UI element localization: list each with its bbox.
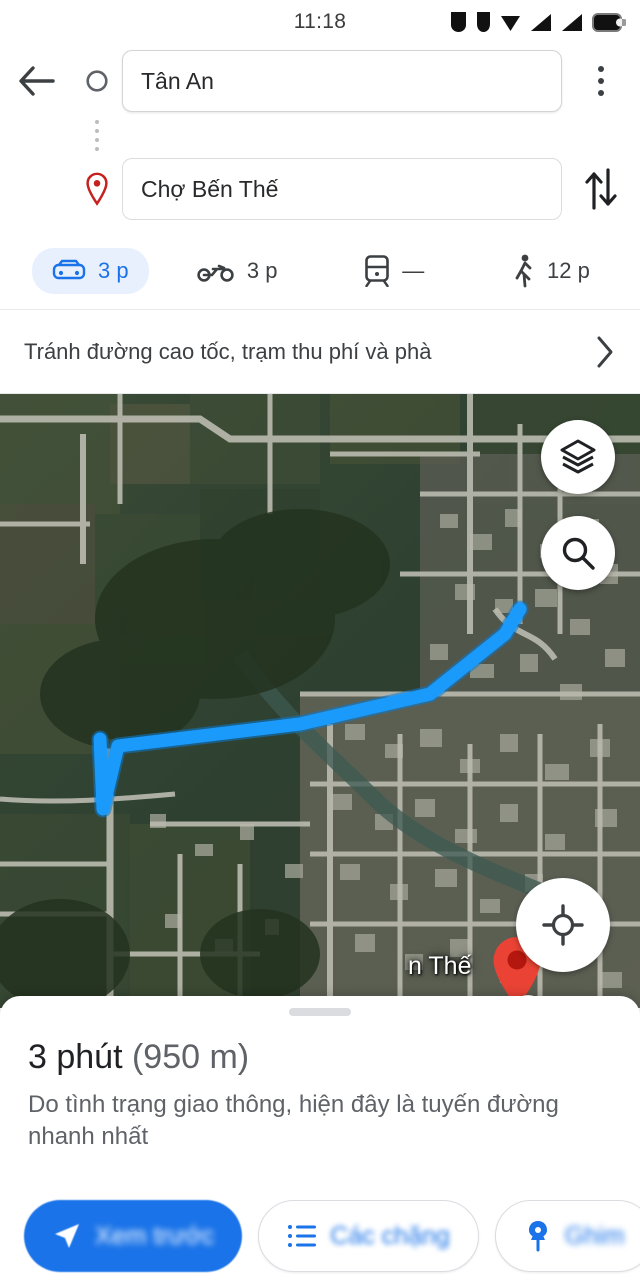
- origin-row: Tân An: [0, 44, 640, 118]
- mode-tab-motorcycle-label: 3 p: [246, 257, 278, 283]
- transit-icon: [365, 254, 390, 287]
- mode-tab-walking-label: 12 p: [547, 257, 590, 283]
- motorcycle-icon: [197, 264, 234, 282]
- back-arrow-icon: [19, 66, 55, 96]
- steps-label: Các chặng: [330, 1221, 450, 1250]
- battery-icon: [592, 12, 626, 32]
- navigation-icon: [55, 1224, 79, 1248]
- map-search-button[interactable]: [541, 516, 615, 590]
- map-canvas[interactable]: by PropertyGuru n Thế Đình Tân An Tạm th…: [0, 394, 640, 1008]
- destination-row: Chợ Bến Thế: [0, 152, 640, 226]
- destination-node: [72, 172, 122, 206]
- mode-tab-walking[interactable]: 12 p: [473, 244, 630, 298]
- signal-icon: [451, 12, 466, 32]
- route-options-label: Tránh đường cao tốc, trạm thu phí và phà: [24, 338, 432, 364]
- route-summary-title: 3 phút (950 m): [0, 1016, 640, 1077]
- destination-value: Chợ Bến Thế: [141, 175, 279, 202]
- three-dots-vertical-icon: [598, 66, 604, 96]
- car-icon: [52, 259, 86, 279]
- route-node-connector: [0, 118, 640, 152]
- status-bar: 11:18: [0, 0, 640, 44]
- route-distance: (950 m): [131, 1038, 250, 1076]
- walk-icon: [515, 254, 532, 287]
- route-bottom-sheet[interactable]: 3 phút (950 m) Do tình trạng giao thông,…: [0, 996, 640, 1280]
- signal-icon: [477, 12, 490, 32]
- cellular-icon: [531, 13, 551, 31]
- route-description: Do tình trạng giao thông, hiện đây là tu…: [28, 1091, 559, 1151]
- sheet-drag-handle[interactable]: [289, 1008, 351, 1016]
- overflow-menu-button[interactable]: [562, 66, 640, 96]
- chevron-right-icon: [597, 336, 613, 367]
- mode-tab-transit[interactable]: —: [316, 245, 473, 297]
- dotted-connector-icon: [95, 119, 99, 151]
- back-button[interactable]: [0, 64, 72, 98]
- map-layers-button[interactable]: [541, 420, 615, 494]
- route-duration: 3 phút: [28, 1038, 123, 1076]
- mode-tab-driving[interactable]: 3 p: [32, 247, 149, 294]
- mode-tab-transit-label: —: [402, 257, 425, 283]
- mode-tab-driving-label: 3 p: [98, 257, 129, 283]
- destination-input[interactable]: Chợ Bến Thế: [122, 158, 562, 220]
- my-location-button[interactable]: [516, 878, 610, 972]
- status-icons: [450, 0, 626, 44]
- pin-icon: [528, 1221, 547, 1252]
- cellular-icon: [562, 13, 582, 31]
- pin-label: Ghim: [564, 1221, 625, 1250]
- preview-route-label: Xem trước: [95, 1221, 215, 1250]
- search-icon: [562, 537, 595, 570]
- my-location-icon: [542, 904, 584, 946]
- wifi-icon: [501, 15, 520, 31]
- swap-vertical-icon: [585, 168, 617, 210]
- status-time: 11:18: [293, 10, 347, 33]
- route-action-buttons: Xem trước Các chặng Ghim: [0, 1200, 640, 1272]
- map-label-destination: n Thế: [408, 952, 472, 980]
- steps-button[interactable]: Các chặng: [258, 1200, 479, 1272]
- maps-directions-screen: 11:18 Tân An Chợ Bến Thế 3 p 3 p — 12 p …: [0, 0, 640, 1280]
- route-options-row[interactable]: Tránh đường cao tốc, trạm thu phí và phà: [0, 310, 640, 394]
- origin-node: [72, 69, 122, 93]
- circle-outline-icon: [86, 70, 108, 92]
- origin-value: Tân An: [141, 67, 214, 94]
- map-pin-icon: [86, 172, 108, 206]
- layers-icon: [560, 439, 596, 474]
- preview-route-button[interactable]: Xem trước: [24, 1200, 243, 1272]
- travel-mode-tabs: 3 p 3 p — 12 p: [0, 232, 640, 310]
- pin-button[interactable]: Ghim: [494, 1200, 640, 1272]
- mode-tab-motorcycle[interactable]: 3 p: [159, 248, 316, 294]
- origin-input[interactable]: Tân An: [122, 50, 562, 112]
- swap-button[interactable]: [562, 167, 640, 211]
- directions-header: Tân An Chợ Bến Thế: [0, 44, 640, 232]
- list-icon: [288, 1225, 317, 1247]
